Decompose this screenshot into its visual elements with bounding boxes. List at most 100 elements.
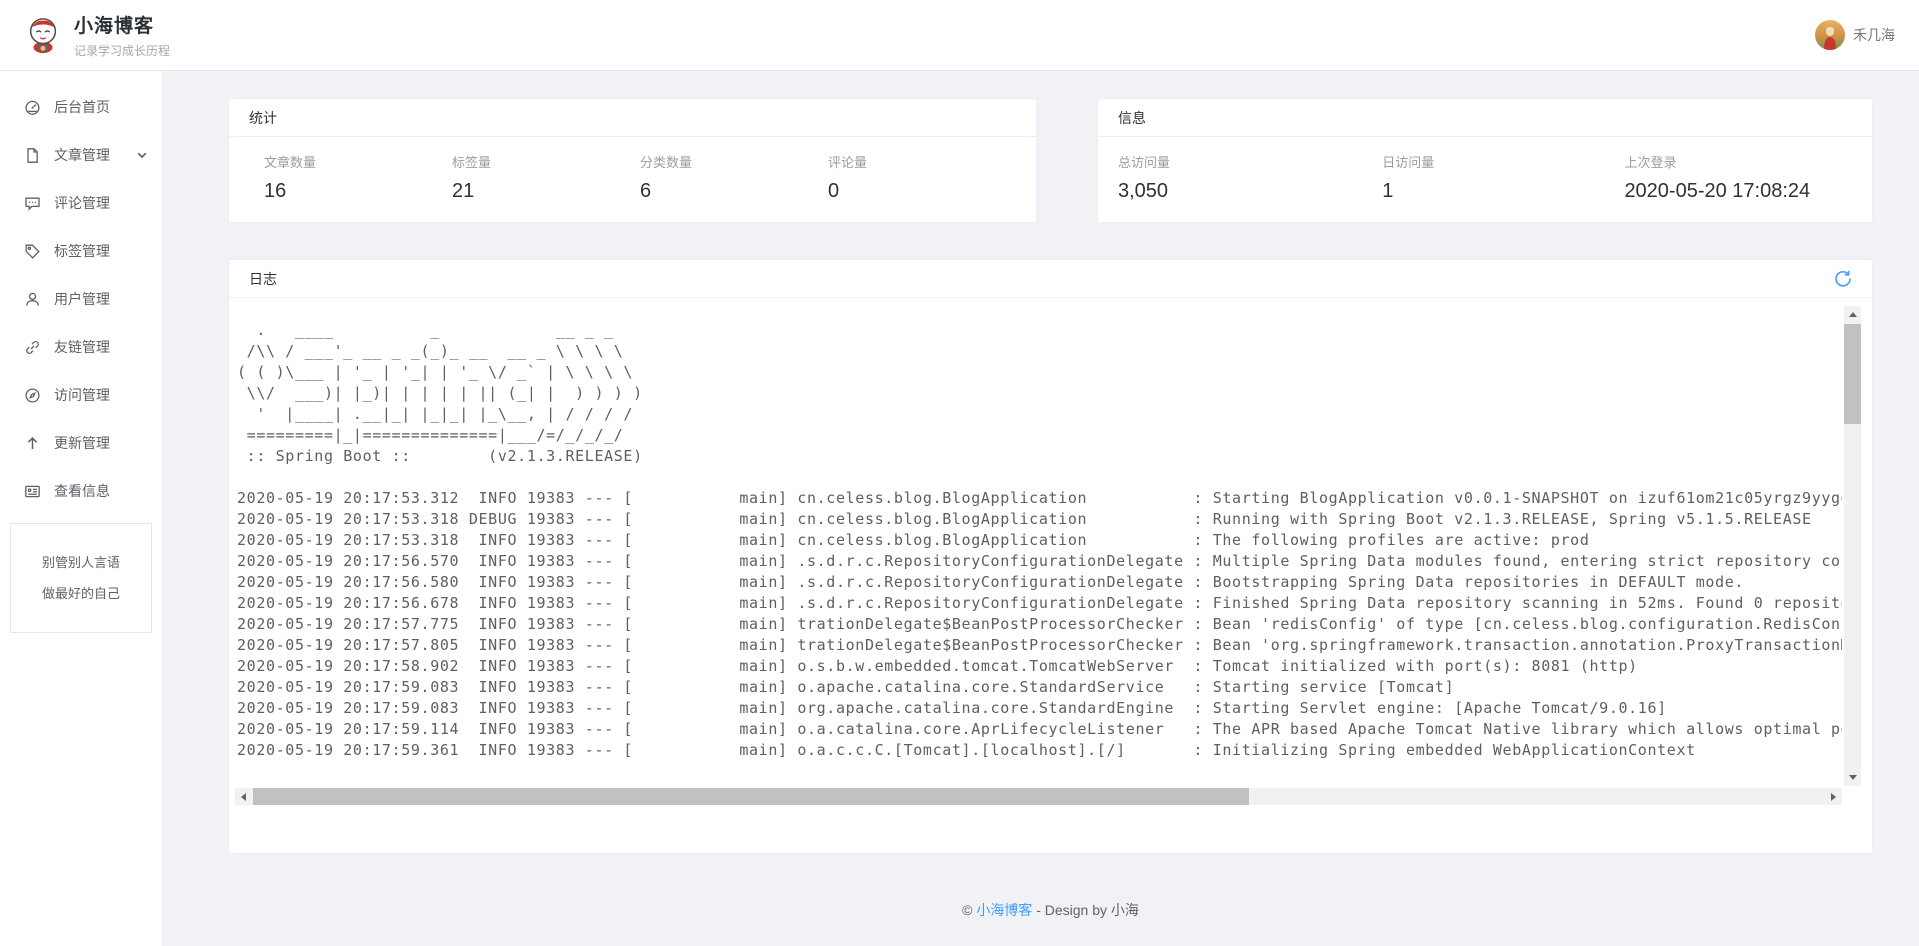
sidebar-item-label: 后台首页 xyxy=(54,97,110,117)
chevron-down-icon[interactable] xyxy=(136,149,148,161)
log-card-header: 日志 xyxy=(229,260,1872,298)
stat-articles: 文章数量 16 xyxy=(264,152,452,203)
sidebar-item-label: 用户管理 xyxy=(54,289,110,309)
scroll-left-arrow[interactable] xyxy=(235,788,252,805)
stat-tags: 标签量 21 xyxy=(452,152,640,203)
horizontal-scroll-thumb[interactable] xyxy=(253,788,1249,805)
stat-value: 21 xyxy=(452,180,640,203)
log-line: 2020-05-19 20:17:56.580 INFO 19383 --- [… xyxy=(237,572,1842,593)
stat-label: 日访问量 xyxy=(1382,152,1624,171)
info-daily-visits: 日访问量 1 xyxy=(1382,152,1624,203)
sidebar-item-visits[interactable]: 访问管理 xyxy=(0,371,162,419)
user-name: 禾几海 xyxy=(1853,25,1895,45)
sidebar-item-view-info[interactable]: 查看信息 xyxy=(0,467,162,515)
sidebar-item-updates[interactable]: 更新管理 xyxy=(0,419,162,467)
stat-label: 分类数量 xyxy=(640,152,828,171)
log-line: 2020-05-19 20:17:53.318 INFO 19383 --- [… xyxy=(237,530,1842,551)
document-icon xyxy=(24,147,41,164)
sidebar-item-label: 标签管理 xyxy=(54,241,110,261)
footer-site-link[interactable]: 小海博客 xyxy=(976,902,1032,918)
log-banner-line: =========|_|==============|___/=/_/_/_/ xyxy=(237,425,1842,446)
sidebar-item-articles[interactable]: 文章管理 xyxy=(0,131,162,179)
log-line: 2020-05-19 20:17:56.570 INFO 19383 --- [… xyxy=(237,551,1842,572)
up-arrow-icon xyxy=(24,435,41,452)
stat-label: 上次登录 xyxy=(1624,152,1852,171)
info-card-header: 信息 xyxy=(1098,99,1872,137)
log-line: 2020-05-19 20:17:53.318 DEBUG 19383 --- … xyxy=(237,509,1842,530)
sidebar-item-label: 评论管理 xyxy=(54,193,110,213)
stat-value: 1 xyxy=(1382,180,1624,203)
sidebar-item-label: 更新管理 xyxy=(54,433,110,453)
brand[interactable]: 小海博客 记录学习成长历程 xyxy=(24,11,170,59)
vertical-scrollbar[interactable] xyxy=(1844,306,1861,786)
stats-card: 统计 文章数量 16 标签量 21 分类数量 6 xyxy=(228,98,1037,223)
scroll-right-arrow[interactable] xyxy=(1825,788,1842,805)
user-avatar[interactable] xyxy=(1815,20,1845,50)
vertical-scroll-thumb[interactable] xyxy=(1844,324,1861,424)
info-total-visits: 总访问量 3,050 xyxy=(1118,152,1382,203)
sidebar-item-tags[interactable]: 标签管理 xyxy=(0,227,162,275)
log-banner-line: \\/ ___)| |_)| | | | | || (_| | ) ) ) ) xyxy=(237,383,1842,404)
motto-line-2: 做最好的自己 xyxy=(15,578,147,609)
stat-value: 6 xyxy=(640,180,828,203)
info-last-login: 上次登录 2020-05-20 17:08:24 xyxy=(1624,152,1852,203)
log-viewport: . ____ _ __ _ _ /\\ / ___'_ __ _ _(_)_ _… xyxy=(229,298,1872,853)
log-line: 2020-05-19 20:17:57.805 INFO 19383 --- [… xyxy=(237,635,1842,656)
sidebar-item-comments[interactable]: 评论管理 xyxy=(0,179,162,227)
sidebar-motto: 别管别人言语 做最好的自己 xyxy=(10,523,152,633)
user-menu[interactable]: 禾几海 xyxy=(1815,20,1895,50)
sidebar-item-label: 访问管理 xyxy=(54,385,110,405)
footer-copyright: © xyxy=(962,902,976,918)
site-title: 小海博客 xyxy=(74,11,170,38)
log-line: 2020-05-19 20:17:57.775 INFO 19383 --- [… xyxy=(237,614,1842,635)
log-card-title: 日志 xyxy=(249,269,277,289)
site-logo-icon xyxy=(24,16,62,54)
site-subtitle: 记录学习成长历程 xyxy=(74,42,170,59)
scroll-down-arrow[interactable] xyxy=(1844,769,1861,786)
refresh-icon[interactable] xyxy=(1834,270,1852,288)
sidebar-item-label: 查看信息 xyxy=(54,481,110,501)
log-output: . ____ _ __ _ _ /\\ / ___'_ __ _ _(_)_ _… xyxy=(237,320,1842,782)
log-line: 2020-05-19 20:17:58.902 INFO 19383 --- [… xyxy=(237,656,1842,677)
log-line: 2020-05-19 20:17:59.114 INFO 19383 --- [… xyxy=(237,719,1842,740)
log-line: 2020-05-19 20:17:59.083 INFO 19383 --- [… xyxy=(237,698,1842,719)
sidebar-item-label: 文章管理 xyxy=(54,145,110,165)
sidebar-item-users[interactable]: 用户管理 xyxy=(0,275,162,323)
stat-value: 2020-05-20 17:08:24 xyxy=(1624,180,1852,203)
horizontal-scrollbar[interactable] xyxy=(235,788,1842,805)
footer: © 小海博客 - Design by 小海 xyxy=(228,870,1873,946)
scroll-up-arrow[interactable] xyxy=(1844,306,1861,323)
sidebar: 后台首页 文章管理 评论管理 xyxy=(0,71,163,946)
log-banner-line: . ____ _ __ _ _ xyxy=(237,320,1842,341)
stat-label: 文章数量 xyxy=(264,152,452,171)
stat-value: 16 xyxy=(264,180,452,203)
stat-value: 3,050 xyxy=(1118,180,1382,203)
dashboard-icon xyxy=(24,99,41,116)
info-card: 信息 总访问量 3,050 日访问量 1 上次登录 2020-05-20 17:… xyxy=(1097,98,1873,223)
stat-comments: 评论量 0 xyxy=(828,152,1016,203)
stats-card-header: 统计 xyxy=(229,99,1036,137)
log-banner-line: ( ( )\___ | '_ | '_| | '_ \/ _` | \ \ \ … xyxy=(237,362,1842,383)
log-banner-line: /\\ / ___'_ __ _ _(_)_ __ __ _ \ \ \ \ xyxy=(237,341,1842,362)
info-card-title: 信息 xyxy=(1118,108,1146,128)
main-content: 统计 文章数量 16 标签量 21 分类数量 6 xyxy=(163,71,1919,946)
log-card: 日志 . ____ _ __ _ _ /\\ / ___'_ __ _ _(_)… xyxy=(228,259,1873,854)
log-line: 2020-05-19 20:17:53.312 INFO 19383 --- [… xyxy=(237,488,1842,509)
footer-design-by: - Design by 小海 xyxy=(1032,902,1139,918)
stat-categories: 分类数量 6 xyxy=(640,152,828,203)
sidebar-item-dashboard[interactable]: 后台首页 xyxy=(0,83,162,131)
stat-value: 0 xyxy=(828,180,1016,203)
log-line: 2020-05-19 20:17:56.678 INFO 19383 --- [… xyxy=(237,593,1842,614)
motto-line-1: 别管别人言语 xyxy=(15,547,147,578)
log-banner-line: ' |____| .__|_| |_|_| |_\__, | / / / / xyxy=(237,404,1842,425)
compass-icon xyxy=(24,387,41,404)
sidebar-item-friend-links[interactable]: 友链管理 xyxy=(0,323,162,371)
app-header: 小海博客 记录学习成长历程 禾几海 xyxy=(0,0,1919,71)
stat-label: 标签量 xyxy=(452,152,640,171)
stats-card-title: 统计 xyxy=(249,108,277,128)
sidebar-item-label: 友链管理 xyxy=(54,337,110,357)
tag-icon xyxy=(24,243,41,260)
user-icon xyxy=(24,291,41,308)
log-line: 2020-05-19 20:17:59.083 INFO 19383 --- [… xyxy=(237,677,1842,698)
link-icon xyxy=(24,339,41,356)
